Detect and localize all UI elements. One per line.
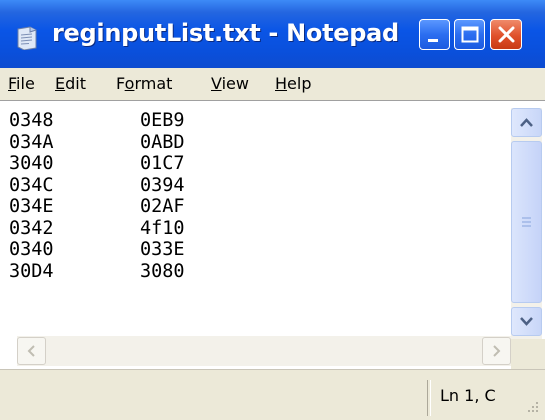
register-address: 0348 [9,110,54,131]
status-separator [427,380,431,416]
register-value: 033E [140,239,185,260]
register-address: 0342 [9,217,54,239]
scroll-right-button[interactable] [482,337,511,365]
notepad-icon [17,26,37,50]
menu-bar: File Edit Format View Help [0,68,545,101]
register-value: 3080 [140,260,185,282]
register-address: 3040 [9,153,54,174]
text-editor[interactable]: 0348 0EB9 034A 0ABD 3040 01C7 034C 0394 034E 02AF… [0,100,545,368]
register-address: 034C [9,174,54,196]
maximize-button[interactable] [454,19,485,50]
text-line: 30D4 3080 [9,261,185,283]
register-address: 30D4 [9,260,54,282]
register-value: 0ABD [140,131,185,153]
window-title: reginputList.txt - Notepad [52,19,399,47]
menu-help[interactable]: Help [275,74,311,93]
chevron-down-icon [520,317,533,326]
chevron-left-icon [27,345,35,357]
text-line: 0348 0EB9 [9,110,185,132]
scroll-up-button[interactable] [511,108,542,137]
chevron-right-icon [493,345,501,357]
grip-icon [522,217,531,227]
vertical-scrollbar[interactable] [511,108,542,339]
minimize-icon [428,39,438,42]
scroll-left-button[interactable] [17,337,46,365]
register-address: 0340 [9,239,54,260]
resize-grip-icon[interactable] [525,400,539,414]
menu-file[interactable]: File [8,74,35,93]
register-value: 01C7 [140,153,185,174]
maximize-icon [461,26,479,43]
register-address: 034A [9,131,54,153]
register-address: 034E [9,196,54,217]
document-text[interactable]: 0348 0EB9 034A 0ABD 3040 01C7 034C 0394 034E 02AF… [9,110,185,282]
close-button[interactable] [490,19,522,50]
close-icon [498,26,515,43]
menu-edit[interactable]: Edit [55,74,86,93]
minimize-button[interactable] [419,19,450,50]
menu-format[interactable]: Format [116,74,172,93]
scroll-down-button[interactable] [511,307,542,336]
title-bar[interactable]: reginputList.txt - Notepad [0,0,545,69]
register-value: 02AF [140,196,185,217]
status-bar: Ln 1, C [0,369,545,420]
text-line: 0340 033E [9,239,185,261]
scroll-thumb[interactable] [511,141,542,303]
scrollbar-corner [511,339,545,369]
register-value: 4f10 [140,217,185,239]
text-line: 034A 0ABD [9,132,185,154]
text-line: 034E 02AF [9,196,185,218]
register-value: 0EB9 [140,110,185,131]
text-line: 3040 01C7 [9,153,185,175]
cursor-position: Ln 1, C [440,386,496,405]
register-value: 0394 [140,174,185,196]
chevron-up-icon [520,118,533,127]
text-line: 0342 4f10 [9,218,185,240]
menu-view[interactable]: View [211,74,249,93]
horizontal-scrollbar[interactable] [17,336,511,366]
text-line: 034C 0394 [9,175,185,197]
